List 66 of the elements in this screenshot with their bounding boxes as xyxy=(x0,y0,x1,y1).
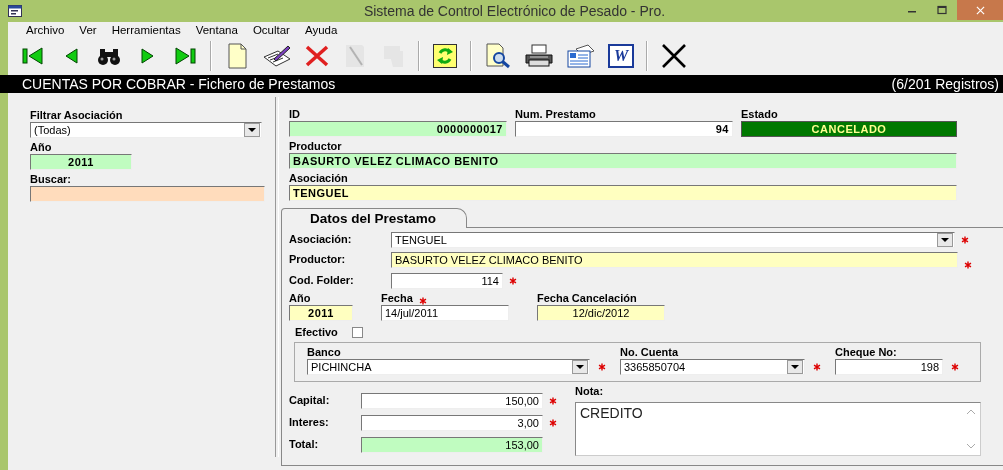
menu-item[interactable]: Herramientas xyxy=(111,23,181,36)
field-label: Num. Prestamo xyxy=(515,108,597,121)
bank-dropdown[interactable]: PICHINCHA xyxy=(307,359,590,375)
field-label: Capital: xyxy=(289,393,331,407)
first-icon[interactable] xyxy=(20,45,46,67)
association-field[interactable]: TENGUEL xyxy=(289,185,957,201)
delete-icon[interactable] xyxy=(304,43,330,69)
total-field[interactable]: 153,00 xyxy=(361,437,543,453)
preview-icon[interactable] xyxy=(484,43,512,69)
id-field[interactable]: 0000000017 xyxy=(289,121,507,137)
check-number-field[interactable]: 198 xyxy=(835,359,943,375)
interest-field[interactable]: 3,00 xyxy=(361,415,543,431)
menu-item[interactable]: Ayuda xyxy=(304,23,338,36)
tab[interactable]: Datos del Prestamo xyxy=(281,208,468,228)
refresh-icon[interactable] xyxy=(432,43,458,69)
year-field[interactable]: 2011 xyxy=(289,305,353,321)
association-dropdown[interactable]: TENGUEL xyxy=(391,232,955,248)
app-icon xyxy=(8,5,22,17)
capital-field[interactable]: 150,00 xyxy=(361,393,543,409)
cancel-date-field[interactable]: 12/dic/2012 xyxy=(537,305,665,321)
form-title: CUENTAS POR COBRAR - Fichero de Prestamos xyxy=(22,76,336,92)
checkbox-label: Efectivo xyxy=(295,326,338,339)
loan-number-field[interactable]: 94 xyxy=(515,121,733,137)
last-icon[interactable] xyxy=(172,45,198,67)
producer-field[interactable]: BASURTO VELEZ CLIMACO BENITO xyxy=(391,252,958,268)
filter-dropdown[interactable]: (Todas) xyxy=(30,122,262,138)
field-label: Nota: xyxy=(575,385,605,398)
field-label: Asociación xyxy=(289,172,349,185)
word-button[interactable]: W xyxy=(608,44,634,68)
field-label: Banco xyxy=(307,346,342,359)
field-label: Asociación: xyxy=(289,232,353,246)
year-field[interactable]: 2011 xyxy=(30,154,132,170)
field-label: Interes: xyxy=(289,415,330,429)
field-label: Cheque No: xyxy=(835,346,898,359)
folder-code-field[interactable]: 114 xyxy=(391,273,503,289)
field-label: ID xyxy=(289,108,301,121)
maximize-icon xyxy=(937,5,947,15)
field-label: Estado xyxy=(741,108,779,121)
field-label: Total: xyxy=(289,437,320,451)
close-icon xyxy=(975,5,985,15)
field-label: Cod. Folder: xyxy=(289,273,355,287)
field-label: Filtrar Asociación xyxy=(30,109,124,122)
menu-item[interactable]: Ocultar xyxy=(252,23,290,36)
date-field[interactable]: 14/jul/2011 xyxy=(381,305,509,321)
field-label: Productor xyxy=(289,140,343,153)
field-label: Buscar: xyxy=(30,173,72,186)
menu-item[interactable]: Archivo xyxy=(26,23,65,36)
field-label: Productor: xyxy=(289,252,347,266)
record-count: (6/201 Registros) xyxy=(891,76,999,92)
field-label: Fecha xyxy=(381,292,413,305)
status-field: CANCELADO xyxy=(741,121,957,137)
field-label: Fecha Cancelación xyxy=(537,292,638,305)
close-icon[interactable] xyxy=(660,43,688,69)
producer-field[interactable]: BASURTO VELEZ CLIMACO BENITO xyxy=(289,153,957,169)
search-field[interactable] xyxy=(30,186,265,202)
field-label: Año xyxy=(30,141,53,154)
print-icon[interactable] xyxy=(524,43,554,69)
field-label: Año xyxy=(289,292,312,305)
edit-icon[interactable] xyxy=(262,43,292,69)
menu-item[interactable]: Ventana xyxy=(195,23,238,36)
checkbox[interactable] xyxy=(351,327,363,338)
field-label: No. Cuenta xyxy=(620,346,680,359)
window-title: Sistema de Control Electrónico de Pesado - Pro. xyxy=(362,3,667,19)
menu-item[interactable]: Ver xyxy=(79,23,97,36)
account-dropdown[interactable]: 3365850704 xyxy=(620,359,805,375)
export-icon[interactable] xyxy=(566,43,596,69)
